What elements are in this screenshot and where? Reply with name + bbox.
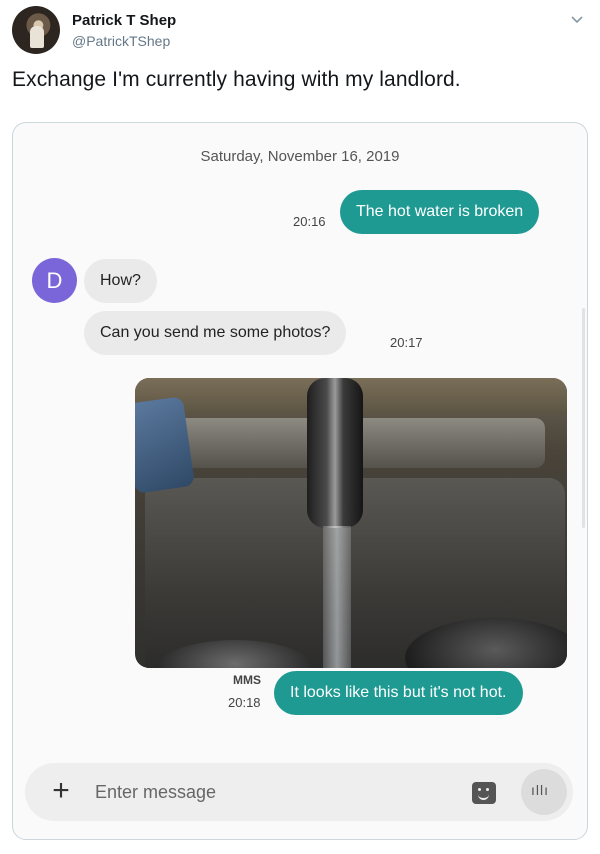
incoming-message[interactable]: Can you send me some photos? bbox=[84, 311, 347, 355]
chevron-down-icon[interactable] bbox=[570, 12, 584, 26]
tweet-text: Exchange I'm currently having with my la… bbox=[12, 68, 461, 91]
outgoing-message[interactable]: It looks like this but it's not hot. bbox=[274, 671, 523, 715]
incoming-message[interactable]: How? bbox=[84, 259, 157, 303]
message-time: 20:18 bbox=[228, 695, 261, 710]
message-time: 20:17 bbox=[390, 335, 423, 350]
message-input[interactable] bbox=[95, 777, 435, 807]
message-composer: + ıllı bbox=[25, 763, 573, 821]
voice-record-button[interactable]: ıllı bbox=[521, 769, 567, 815]
voice-waveform-icon: ıllı bbox=[531, 782, 549, 798]
mms-label: MMS bbox=[233, 673, 261, 687]
conversation-screenshot[interactable]: Saturday, November 16, 2019 20:16 The ho… bbox=[12, 122, 588, 840]
sticker-icon[interactable] bbox=[472, 782, 496, 804]
message-time: 20:16 bbox=[293, 214, 326, 229]
avatar[interactable] bbox=[12, 6, 60, 54]
user-handle[interactable]: @PatrickTShep bbox=[72, 33, 170, 49]
scrollbar[interactable] bbox=[582, 308, 585, 528]
conversation-date: Saturday, November 16, 2019 bbox=[200, 148, 400, 165]
plus-icon[interactable]: + bbox=[47, 776, 75, 806]
contact-avatar[interactable]: D bbox=[32, 258, 77, 303]
mms-photo[interactable] bbox=[135, 378, 567, 668]
outgoing-message[interactable]: The hot water is broken bbox=[340, 190, 540, 234]
display-name[interactable]: Patrick T Shep bbox=[72, 12, 176, 29]
